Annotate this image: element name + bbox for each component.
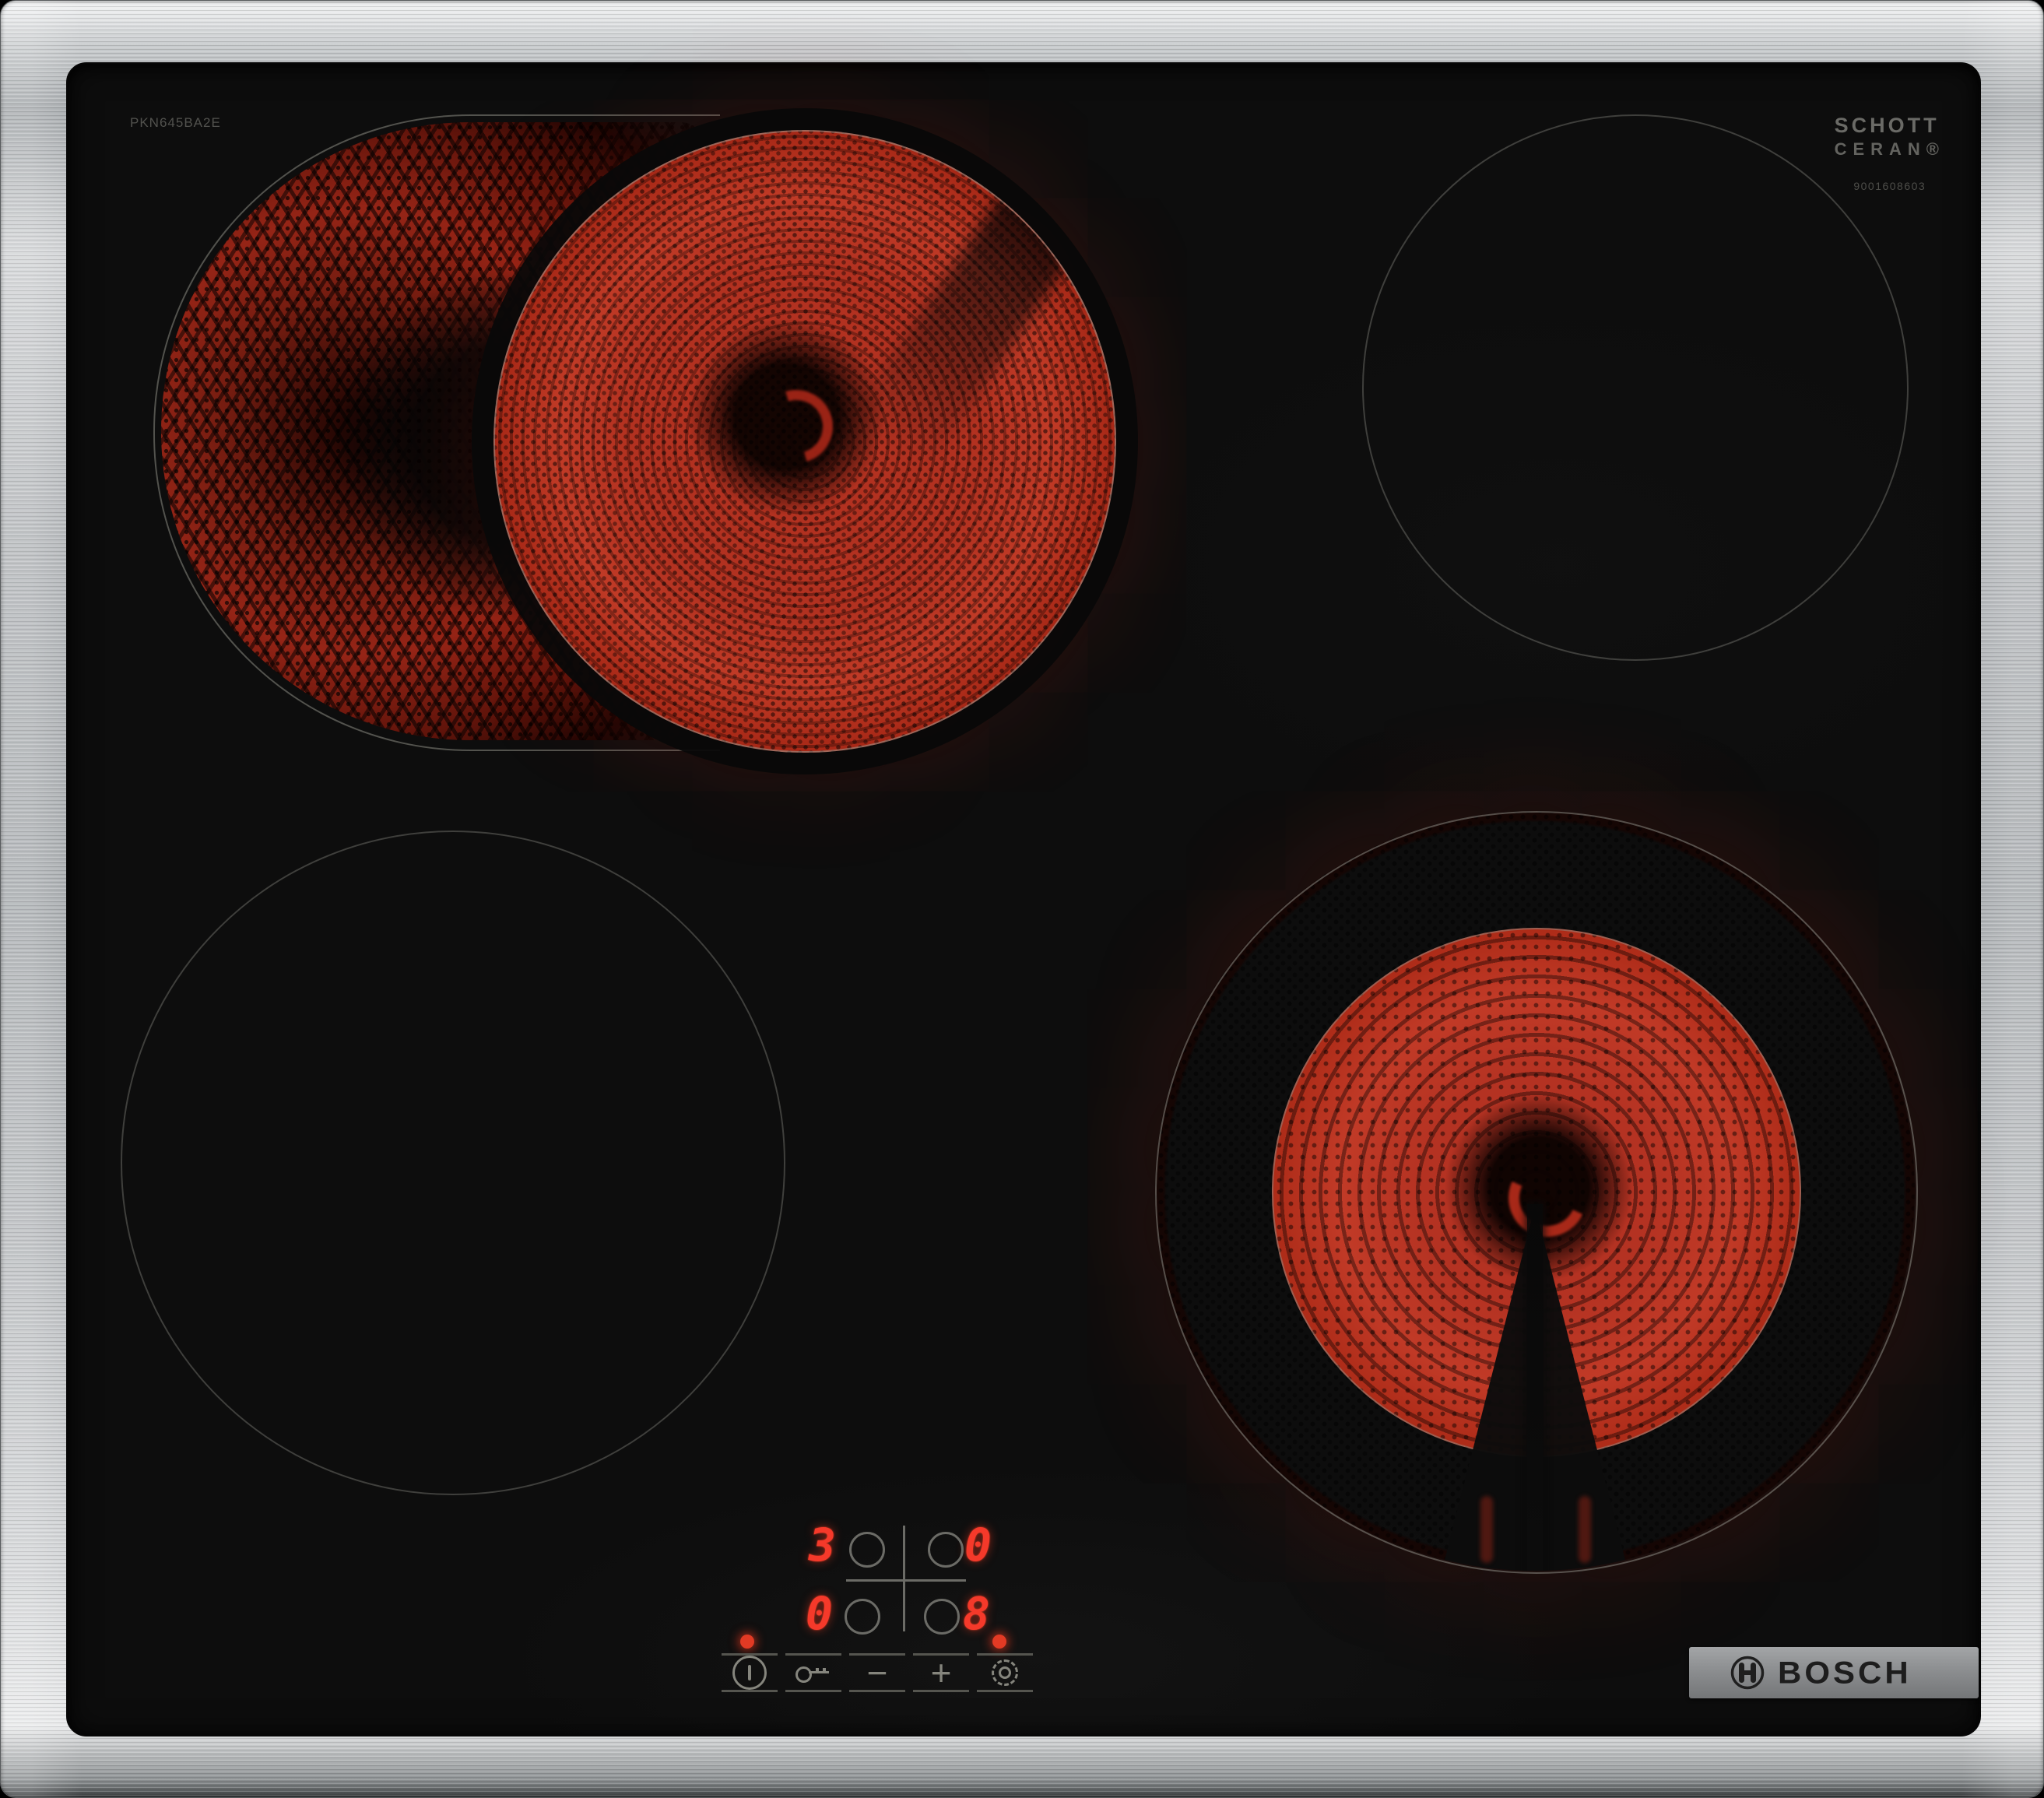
- burner-front-right-glow: [1155, 811, 1915, 1571]
- burner-rear-left-reflection-streak: [850, 132, 1115, 471]
- minus-icon: −: [866, 1652, 888, 1693]
- ceramic-glass-surface: PKN645BA2E SCHOTT CERAN® 9001608603 3 0 …: [66, 62, 1981, 1737]
- power-key[interactable]: [722, 1653, 778, 1692]
- burner-front-right-ember-right: [1579, 1496, 1591, 1563]
- residual-heat-indicator-right: [992, 1635, 1006, 1649]
- burner-rear-left-main-glow: [493, 130, 1116, 753]
- residual-heat-indicator-left: [740, 1635, 754, 1649]
- zone-indicator-rear-right: [928, 1532, 964, 1568]
- zone-indicator-front-right: [924, 1599, 960, 1635]
- glass-brand-block: SCHOTT CERAN® 9001608603: [1835, 114, 1945, 192]
- brand-badge: BOSCH: [1689, 1647, 1979, 1698]
- touch-control-panel: − +: [722, 1653, 1033, 1692]
- decrease-key[interactable]: −: [849, 1653, 905, 1692]
- brand-name: BOSCH: [1778, 1655, 1912, 1690]
- dual-zone-icon: [992, 1659, 1018, 1686]
- burner-front-right-coil-center: [1497, 1148, 1598, 1248]
- dual-zone-key[interactable]: [977, 1653, 1033, 1692]
- bosch-anchor-icon: [1730, 1656, 1765, 1690]
- burner-front-right-ember-left: [1480, 1496, 1493, 1563]
- key-lock-icon: [795, 1665, 831, 1683]
- child-lock-key[interactable]: [785, 1653, 841, 1692]
- display-level-front-left: 0: [806, 1587, 833, 1640]
- zone-map-vertical-line: [903, 1526, 905, 1631]
- zone-indicator-front-left: [845, 1599, 880, 1635]
- glass-brand-line1: SCHOTT: [1834, 114, 1940, 137]
- display-level-rear-left: 3: [809, 1519, 836, 1571]
- zone-map-horizontal-line: [846, 1579, 966, 1582]
- zone-indicator-rear-left: [849, 1532, 885, 1568]
- display-level-rear-right: 0: [964, 1519, 992, 1571]
- serial-number: 9001608603: [1853, 180, 1926, 192]
- power-icon: [732, 1656, 767, 1690]
- burner-rear-right-outline: [1362, 114, 1909, 661]
- increase-key[interactable]: +: [913, 1653, 969, 1692]
- burner-rear-left-coil-center: [746, 377, 846, 476]
- glass-brand-line2: CERAN®: [1834, 139, 1945, 159]
- display-level-front-right: 8: [963, 1587, 990, 1640]
- burner-front-right-sensor-stem: [1527, 1204, 1543, 1571]
- burner-front-left-outline: [121, 831, 785, 1495]
- plus-icon: +: [930, 1652, 952, 1693]
- model-number-label: PKN645BA2E: [130, 115, 221, 130]
